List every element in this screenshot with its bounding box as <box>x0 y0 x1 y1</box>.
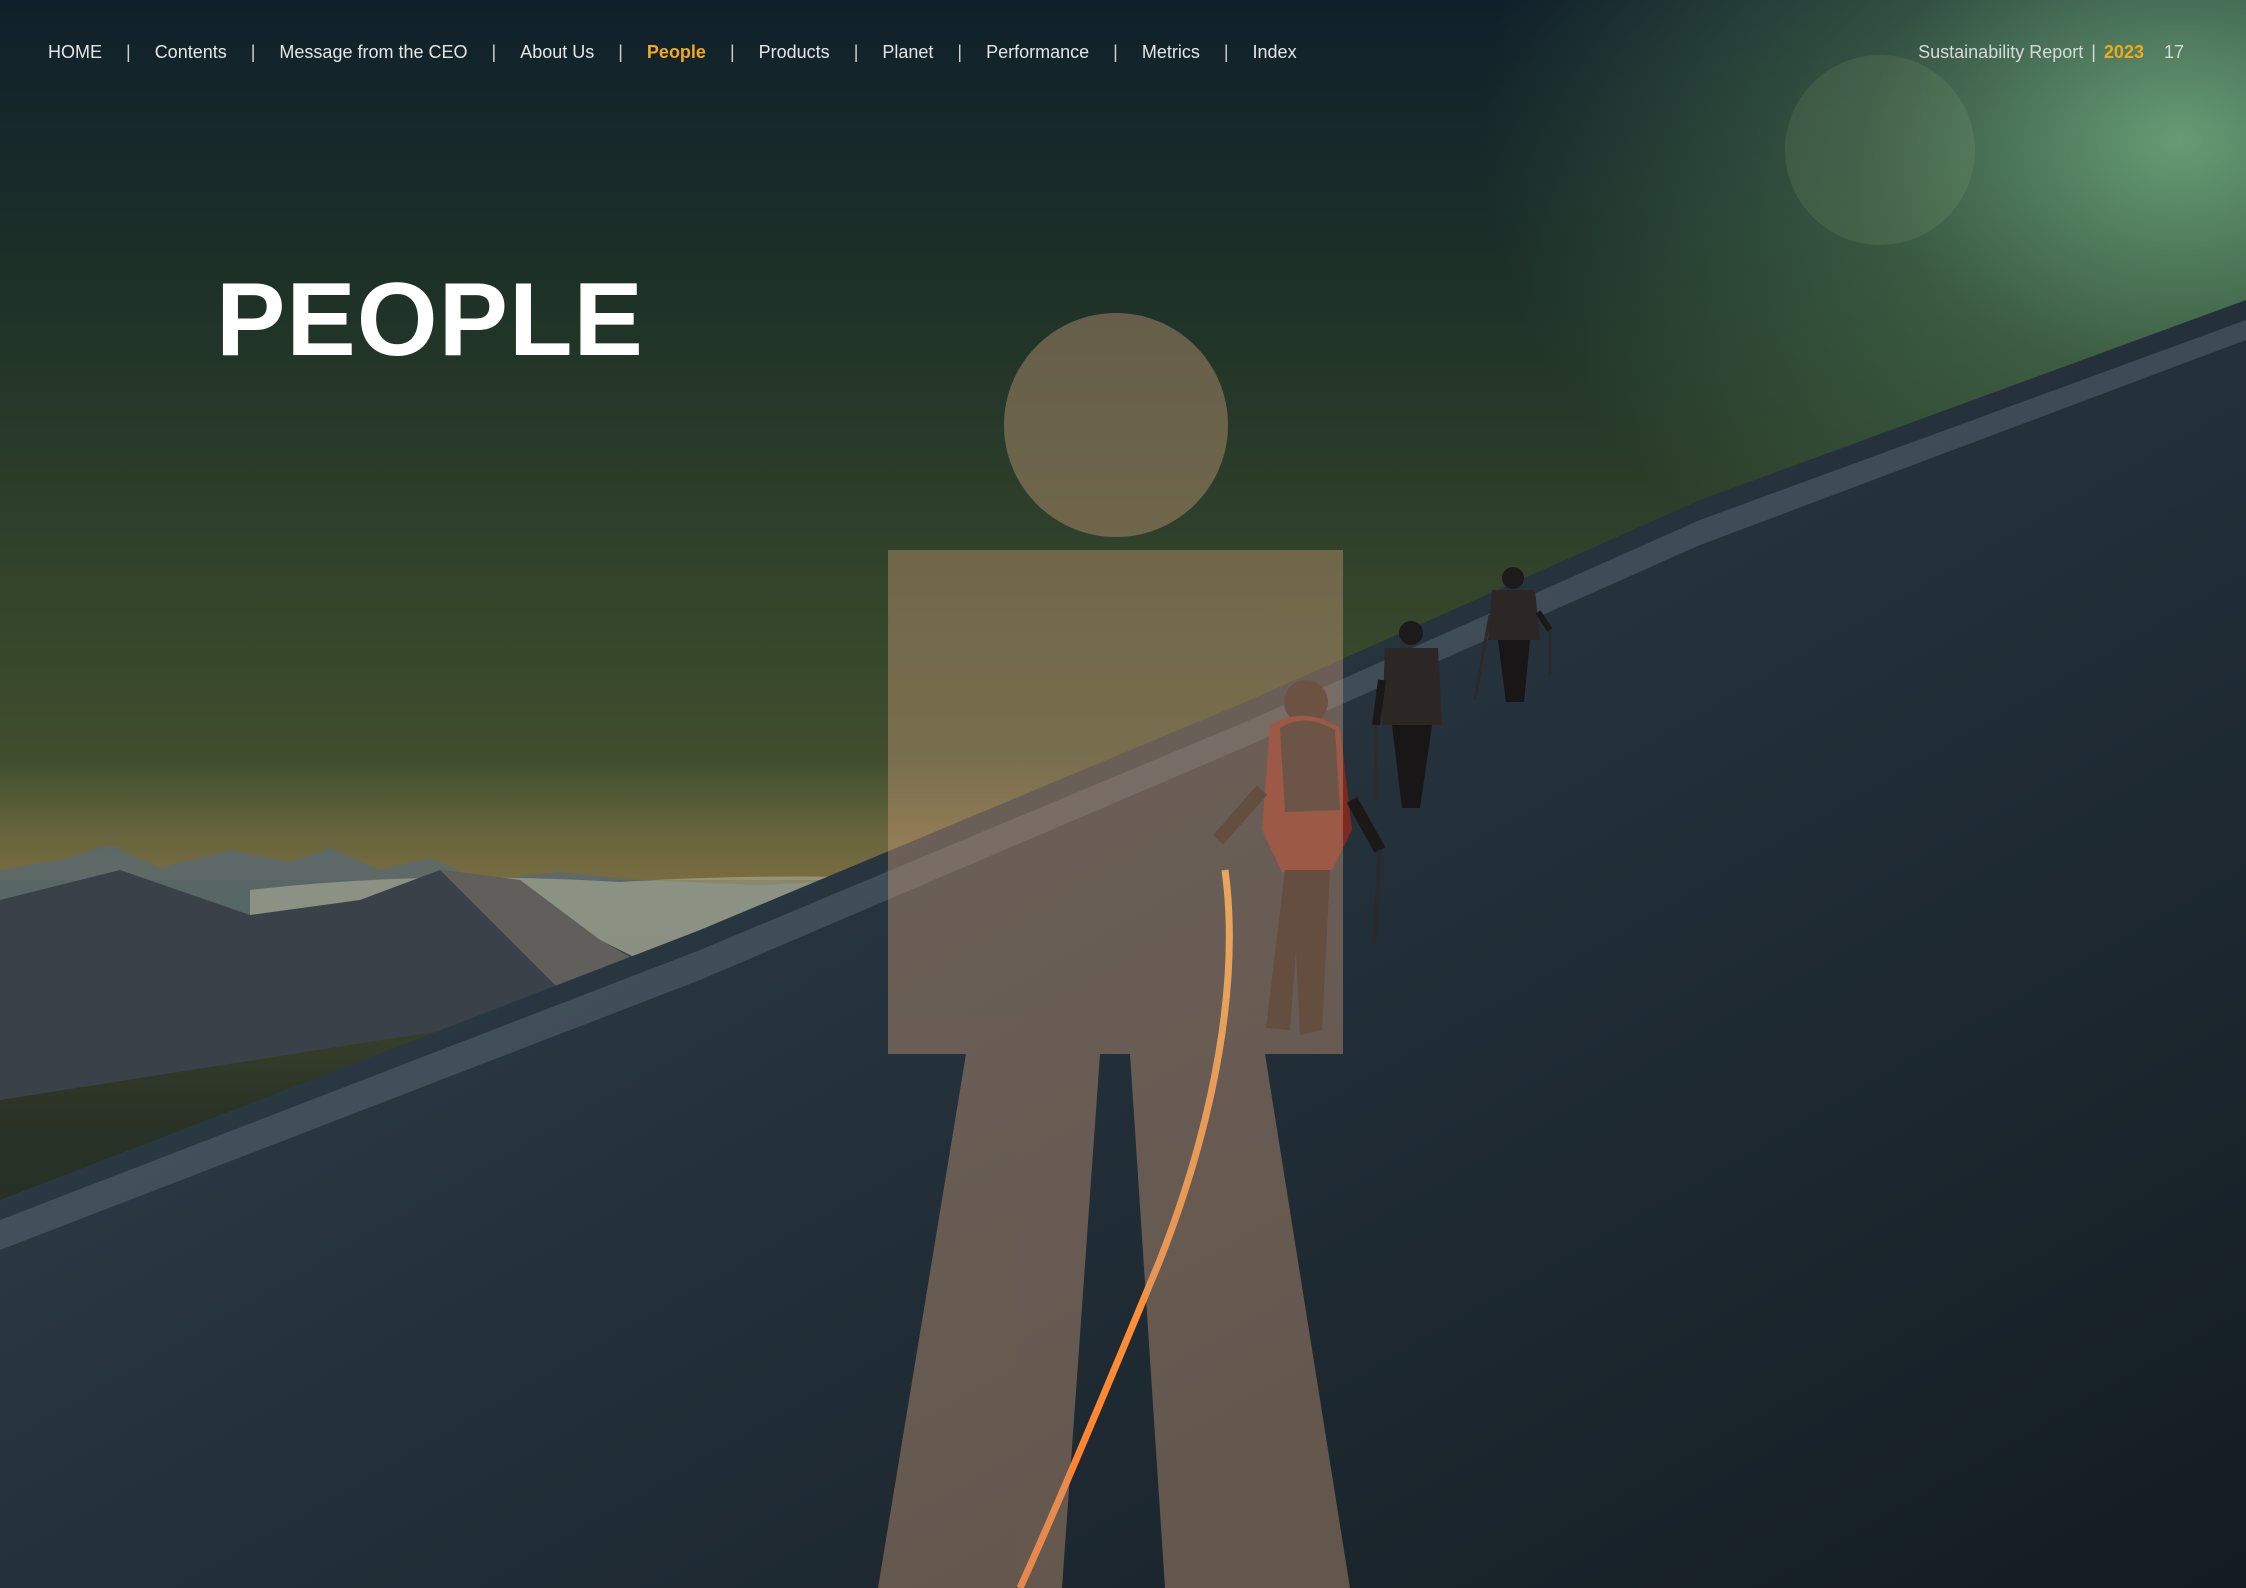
nav-separator: | <box>957 42 963 62</box>
nav-separator: | <box>729 42 735 62</box>
nav-home[interactable]: HOME <box>48 42 102 63</box>
nav-planet[interactable]: Planet <box>882 42 933 63</box>
nav-contents[interactable]: Contents <box>155 42 227 63</box>
nav-performance[interactable]: Performance <box>986 42 1089 63</box>
nav-index[interactable]: Index <box>1253 42 1297 63</box>
nav-products[interactable]: Products <box>759 42 830 63</box>
report-title: Sustainability Report <box>1918 42 2084 62</box>
report-header: Sustainability Report | 2023 17 <box>1918 42 2184 63</box>
nav-separator: | <box>853 42 859 62</box>
nav-separator: | <box>1223 42 1229 62</box>
nav-separator: | <box>491 42 497 62</box>
nav-about-us[interactable]: About Us <box>520 42 594 63</box>
nav-separator: | <box>126 42 131 62</box>
nav-separator: | <box>1113 42 1118 62</box>
report-page: HOME | Contents | Message from the CEO |… <box>0 0 2246 1588</box>
nav-separator: | <box>250 42 256 62</box>
nav-metrics[interactable]: Metrics <box>1142 42 1200 63</box>
nav-message-from-ceo[interactable]: Message from the CEO <box>279 42 467 63</box>
page-title: PEOPLE <box>216 262 644 378</box>
report-separator: | <box>2091 42 2096 62</box>
report-year: 2023 <box>2103 42 2144 62</box>
mountain-climbers-photo <box>0 55 2246 1588</box>
top-navigation: HOME | Contents | Message from the CEO |… <box>48 42 1297 63</box>
nav-separator: | <box>618 42 623 62</box>
sun-halo <box>1785 55 1975 245</box>
page-number: 17 <box>2163 42 2184 62</box>
nav-people[interactable]: People <box>647 42 706 63</box>
